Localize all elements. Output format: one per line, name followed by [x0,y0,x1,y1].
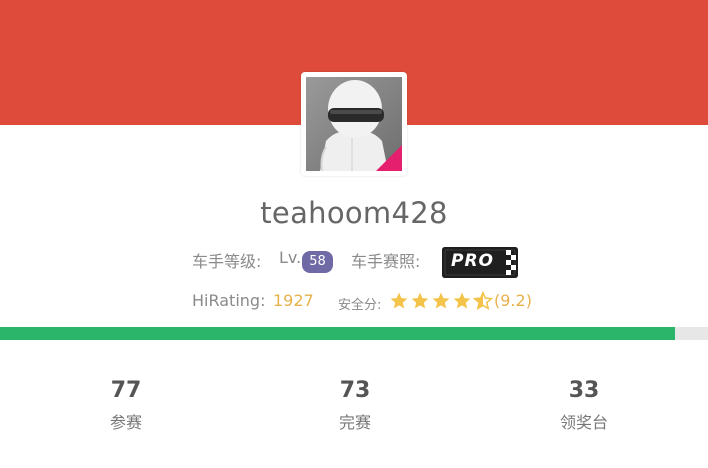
star-icon [411,292,429,309]
stat-label: 参赛 [109,413,142,432]
safety-score: (9.2) [494,291,532,310]
progress-fill [0,327,675,340]
avatar[interactable] [301,72,407,176]
star-icon [432,292,450,309]
hirating-label: HiRating: [192,291,266,310]
stat-label: 领奖台 [559,413,608,432]
stat-value: 33 [568,378,600,403]
stat-finished[interactable]: 73 完赛 [285,378,425,433]
driver-level-label: 车手等级: [192,252,262,271]
safety-stars [389,291,493,311]
hirating-value: 1927 [273,291,314,310]
stat-races[interactable]: 77 参赛 [56,378,196,433]
star-icon [390,292,408,309]
stat-label: 完赛 [338,413,371,432]
progress-bar [0,327,708,340]
stat-value: 77 [110,378,142,403]
star-icon [453,292,471,309]
stat-value: 73 [339,378,371,403]
avatar-image [306,77,402,171]
stat-podiums[interactable]: 33 领奖台 [514,378,654,433]
pro-badge-text: PRO [451,251,495,271]
license-label: 车手赛照: [351,252,421,271]
pro-license-badge[interactable]: PRO [442,247,518,278]
username: teahoom428 [260,196,448,230]
level-badge: 58 [302,251,333,273]
driver-level-prefix: Lv. [279,248,302,267]
safety-label: 安全分: [338,298,382,313]
half-star-icon [473,291,493,310]
